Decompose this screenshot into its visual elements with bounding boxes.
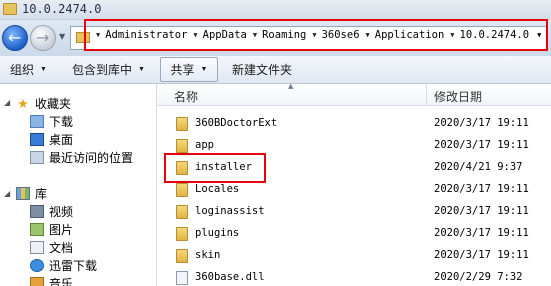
folder-icon [176, 117, 188, 131]
file-row[interactable]: loginassist 2020/3/17 19:11 [158, 201, 551, 223]
navigation-pane: ◢ ★ 收藏夹 下载 桌面 最近访问的位置 ◢ 库 视频 图片 文档 迅雷下载 音… [0, 84, 157, 286]
folder-icon [176, 205, 188, 219]
collapse-icon[interactable]: ◢ [4, 189, 10, 198]
forward-button[interactable]: → [30, 25, 56, 51]
folder-icon [176, 227, 188, 241]
nav-videos[interactable]: 视频 [30, 203, 73, 220]
file-name: plugins [195, 227, 240, 239]
include-in-library-button[interactable]: 包含到库中 ▼ [72, 56, 145, 83]
nav-downloads[interactable]: 下载 [30, 113, 73, 130]
nav-music[interactable]: 音乐 [30, 275, 73, 286]
folder-icon [176, 183, 188, 197]
recent-places-icon [30, 151, 44, 164]
music-library-icon [30, 277, 44, 286]
star-icon: ★ [17, 96, 29, 111]
folder-icon [176, 249, 188, 263]
folder-icon [3, 3, 17, 15]
arrow-left-icon: ← [8, 28, 22, 47]
column-header-name[interactable]: 名称 [174, 88, 198, 105]
file-name: app [195, 139, 214, 151]
window-title: 10.0.2474.0 [22, 2, 102, 16]
chevron-down-icon: ▼ [200, 66, 208, 73]
nav-libraries[interactable]: 库 [16, 185, 47, 202]
document-library-icon [30, 241, 44, 254]
new-folder-button[interactable]: 新建文件夹 [232, 56, 292, 83]
nav-recent[interactable]: 最近访问的位置 [30, 149, 133, 166]
column-header-modified[interactable]: 修改日期 [434, 88, 482, 105]
nav-desktop[interactable]: 桌面 [30, 131, 73, 148]
file-date: 2020/3/17 19:11 [434, 249, 529, 261]
dll-file-icon [176, 271, 188, 285]
file-name: skin [195, 249, 221, 261]
nav-documents[interactable]: 文档 [30, 239, 73, 256]
title-bar: 10.0.2474.0 [0, 0, 551, 20]
command-bar: 组织 ▼ 包含到库中 ▼ 共享 ▼ 新建文件夹 [0, 56, 551, 84]
file-date: 2020/3/17 19:11 [434, 205, 529, 217]
column-divider[interactable] [426, 84, 427, 106]
file-row[interactable]: 360BDoctorExt 2020/3/17 19:11 [158, 113, 551, 135]
address-highlight-box [84, 19, 548, 51]
sort-ascending-icon: ▲ [288, 82, 294, 90]
collapse-icon[interactable]: ◢ [4, 98, 10, 107]
file-row[interactable]: skin 2020/3/17 19:11 [158, 245, 551, 267]
installer-highlight-box [164, 153, 266, 183]
file-row[interactable]: 360base.dll 2020/2/29 7:32 [158, 267, 551, 286]
file-list: ▲ 名称 修改日期 360BDoctorExt 2020/3/17 19:11 … [158, 82, 551, 286]
arrow-right-icon: → [36, 28, 50, 47]
folder-icon [176, 139, 188, 153]
video-library-icon [30, 205, 44, 218]
nav-pictures[interactable]: 图片 [30, 221, 73, 238]
file-date: 2020/3/17 19:11 [434, 227, 529, 239]
nav-favorites[interactable]: ★ 收藏夹 [16, 95, 71, 112]
share-button[interactable]: 共享 ▼ [160, 57, 218, 82]
back-button[interactable]: ← [2, 25, 28, 51]
file-name: loginassist [195, 205, 265, 217]
file-date: 2020/4/21 9:37 [434, 161, 523, 173]
picture-library-icon [30, 223, 44, 236]
recent-pages-dropdown[interactable]: ▼ [59, 32, 65, 41]
download-folder-icon [30, 115, 44, 128]
chevron-down-icon: ▼ [138, 66, 145, 73]
desktop-icon [30, 133, 44, 146]
column-header-row: ▲ 名称 修改日期 [158, 82, 551, 106]
file-name: 360BDoctorExt [195, 117, 278, 129]
organize-button[interactable]: 组织 ▼ [10, 56, 47, 83]
file-date: 2020/3/17 19:11 [434, 183, 529, 195]
file-date: 2020/3/17 19:11 [434, 139, 529, 151]
chevron-down-icon: ▼ [40, 66, 47, 73]
nav-xunlei[interactable]: 迅雷下载 [30, 257, 97, 274]
file-name: 360base.dll [195, 271, 265, 283]
file-date: 2020/2/29 7:32 [434, 271, 523, 283]
library-icon [16, 187, 30, 200]
file-row[interactable]: plugins 2020/3/17 19:11 [158, 223, 551, 245]
file-name: Locales [195, 183, 240, 195]
file-date: 2020/3/17 19:11 [434, 117, 529, 129]
xunlei-icon [30, 259, 44, 272]
